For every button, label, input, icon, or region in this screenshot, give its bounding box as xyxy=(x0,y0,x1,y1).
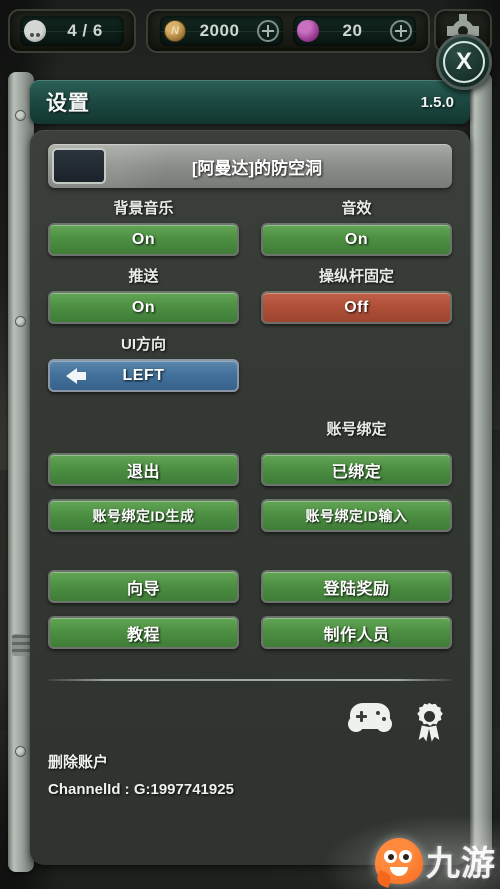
skull-icon xyxy=(24,20,46,42)
rivet xyxy=(15,746,26,757)
player-nameplate[interactable]: [阿曼达]的防空洞 xyxy=(48,144,452,188)
bgm-toggle[interactable]: On xyxy=(48,223,239,256)
page-title: 设置 xyxy=(46,92,90,115)
delete-account-link[interactable]: 删除账户 xyxy=(48,751,452,772)
settings-panel: [阿曼达]的防空洞 背景音乐 音效 On On 推送 操纵杆固定 On Off … xyxy=(30,130,470,865)
joystick-label: 操纵杆固定 xyxy=(318,268,394,285)
channel-id-text: ChannelId : G:1997741925 xyxy=(48,781,234,798)
push-joystick-options-row: 推送 操纵杆固定 On Off xyxy=(48,256,452,324)
achievement-medal-icon[interactable] xyxy=(412,703,446,741)
close-icon: X xyxy=(443,41,485,83)
guide-button[interactable]: 向导 xyxy=(48,570,239,603)
top-hud: 4 / 6 N 2000 20 xyxy=(0,0,500,62)
bound-status-button[interactable]: 已绑定 xyxy=(261,453,452,486)
ui-direction-value: LEFT xyxy=(122,366,165,384)
frame-notch xyxy=(12,634,32,656)
gem-slot[interactable]: 20 xyxy=(293,16,416,46)
coin-icon: N xyxy=(164,20,186,42)
sfx-toggle[interactable]: On xyxy=(261,223,452,256)
coin-value: 2000 xyxy=(199,21,240,40)
population-counter[interactable]: 4 / 6 xyxy=(8,9,136,53)
shelter-name: [阿曼达]的防空洞 xyxy=(191,158,323,178)
add-coins-button[interactable] xyxy=(257,20,279,42)
input-binding-id-button[interactable]: 账号绑定ID输入 xyxy=(261,499,452,532)
watermark-text: 九游 xyxy=(426,845,496,883)
gem-icon xyxy=(297,20,319,42)
account-buttons-row-1: 退出 已绑定 xyxy=(48,453,452,486)
sfx-label: 音效 xyxy=(341,200,372,217)
misc-buttons-row-1: 向导 登陆奖励 xyxy=(48,570,452,603)
gamepad-icon[interactable] xyxy=(345,703,395,735)
add-gems-button[interactable] xyxy=(390,20,412,42)
section-divider xyxy=(48,679,452,681)
generate-binding-id-button[interactable]: 账号绑定ID生成 xyxy=(48,499,239,532)
bgm-label: 背景音乐 xyxy=(113,200,174,217)
currency-bar: N 2000 20 xyxy=(146,9,430,53)
footer: 删除账户 ChannelId : G:1997741925 xyxy=(48,751,452,798)
joystick-toggle[interactable]: Off xyxy=(261,291,452,324)
ui-direction-toggle[interactable]: LEFT xyxy=(48,359,239,392)
account-binding-label: 账号绑定 xyxy=(326,421,387,438)
credits-button[interactable]: 制作人员 xyxy=(261,616,452,649)
avatar xyxy=(52,148,106,184)
dialog-title-bar: 设置 1.5.0 xyxy=(30,80,470,124)
frame-right-rail xyxy=(470,72,492,872)
gem-value: 20 xyxy=(342,21,363,40)
platform-icons xyxy=(48,703,452,741)
arrow-left-icon xyxy=(66,367,86,384)
account-binding-header: 账号绑定 xyxy=(48,418,452,444)
ui-direction-row: UI方向 LEFT xyxy=(48,324,452,392)
push-label: 推送 xyxy=(128,268,159,285)
tutorial-button[interactable]: 教程 xyxy=(48,616,239,649)
login-reward-button[interactable]: 登陆奖励 xyxy=(261,570,452,603)
coin-slot[interactable]: N 2000 xyxy=(160,16,283,46)
rivet xyxy=(15,110,26,121)
mascot-icon xyxy=(375,837,423,888)
exit-button[interactable]: 退出 xyxy=(48,453,239,486)
version-label: 1.5.0 xyxy=(420,93,454,111)
audio-options-row: 背景音乐 音效 On On xyxy=(48,188,452,256)
close-dialog-button[interactable]: X xyxy=(436,34,492,90)
misc-buttons-row-2: 教程 制作人员 xyxy=(48,616,452,649)
rivet xyxy=(15,316,26,327)
population-value: 4 / 6 xyxy=(67,21,103,40)
ui-direction-label: UI方向 xyxy=(120,336,166,353)
push-toggle[interactable]: On xyxy=(48,291,239,324)
jiuyou-watermark: 九游 xyxy=(375,836,496,888)
account-buttons-row-2: 账号绑定ID生成 账号绑定ID输入 xyxy=(48,499,452,532)
